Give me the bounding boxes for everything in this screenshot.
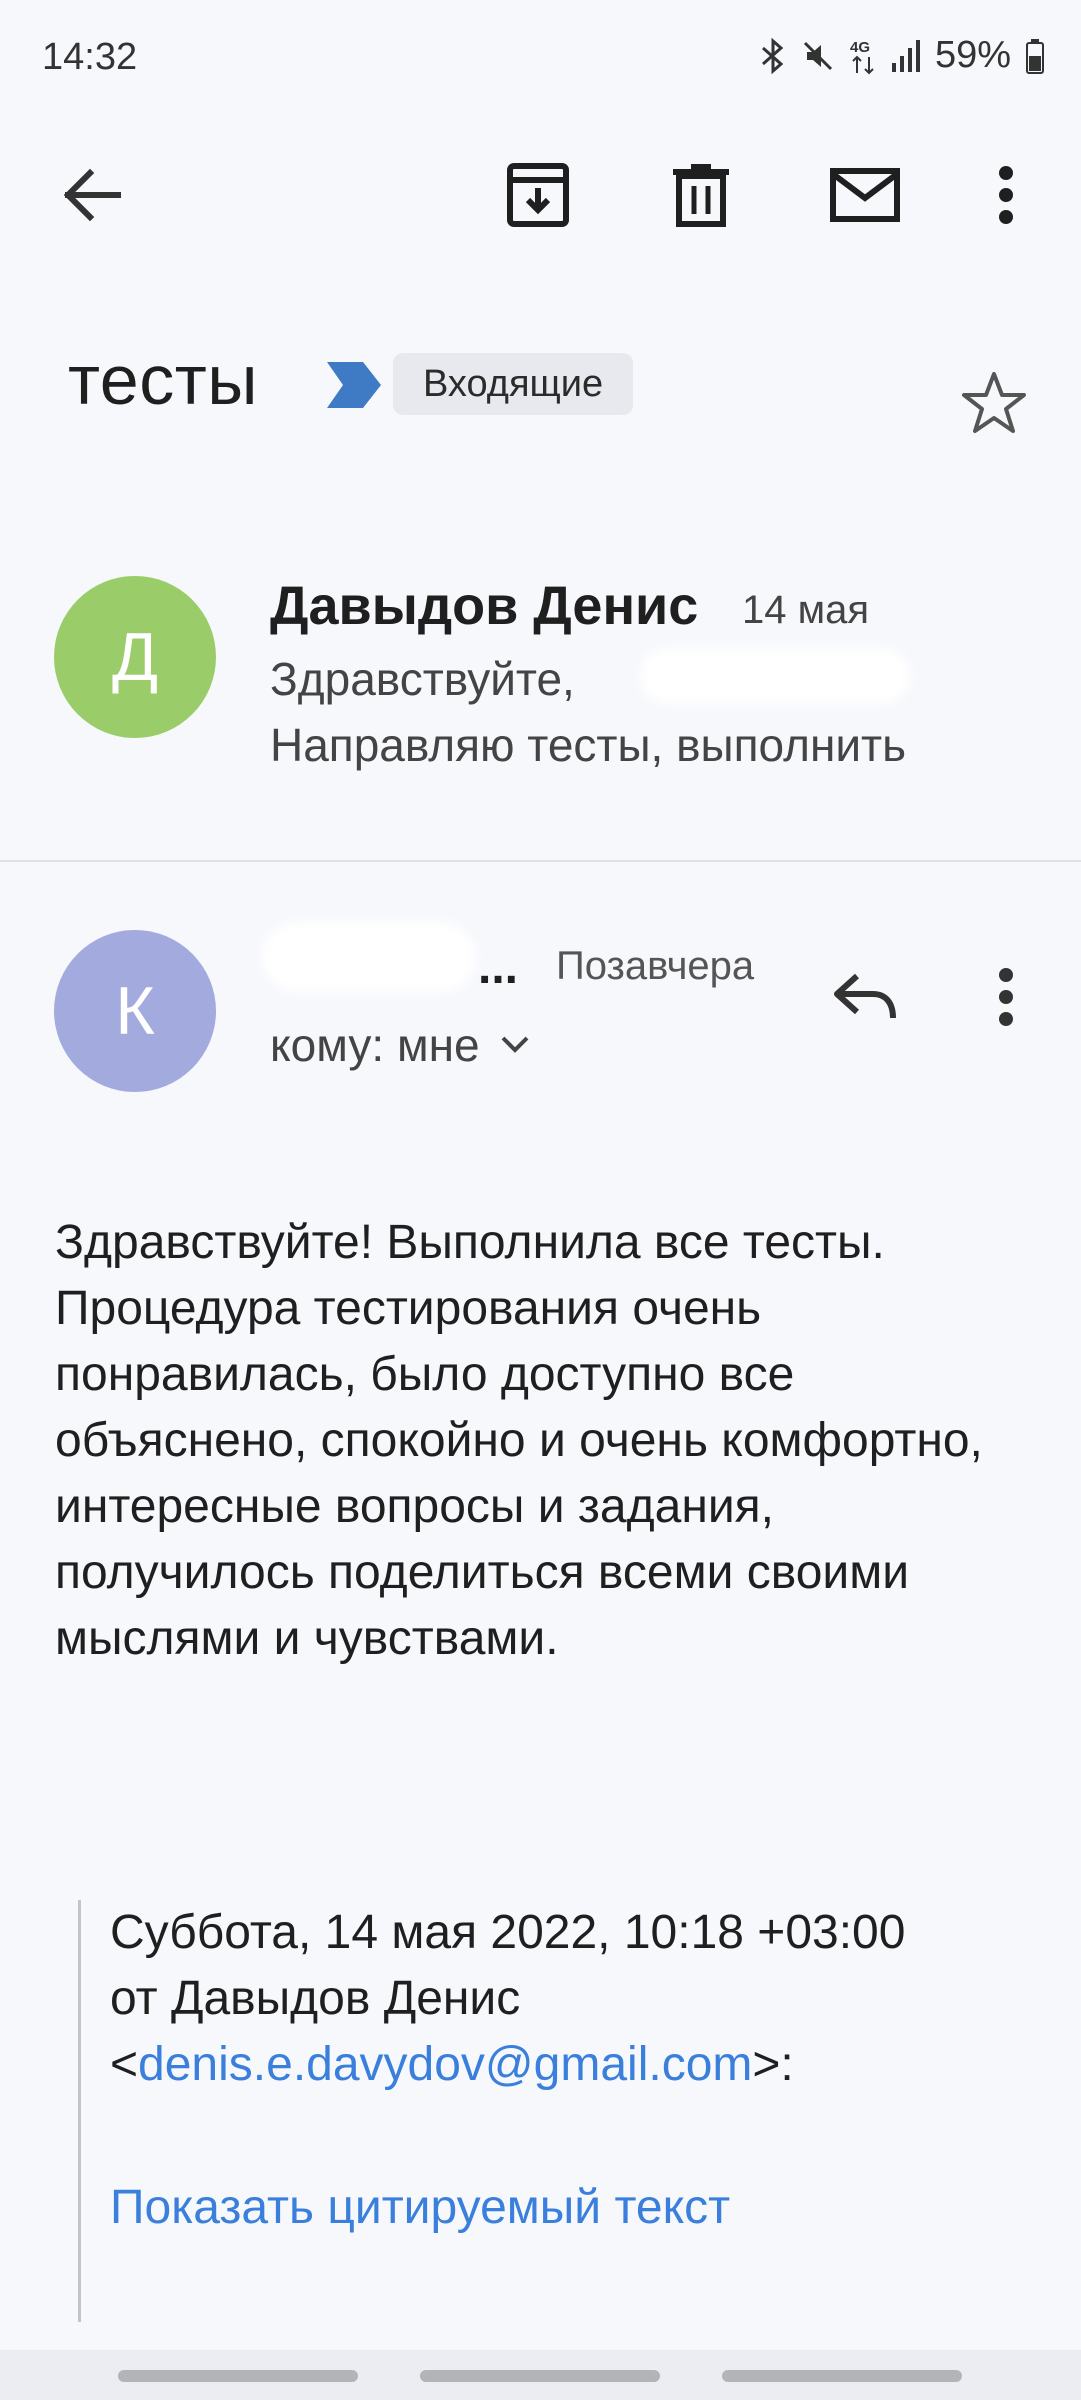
email-bracket-close: >: bbox=[752, 2038, 794, 2091]
status-time: 14:32 bbox=[42, 36, 138, 78]
sender-name-ellipsis: ... bbox=[478, 941, 519, 994]
avatar-sender1[interactable]: Д bbox=[54, 576, 216, 738]
nav-pill-right[interactable] bbox=[722, 2370, 962, 2382]
mark-unread-button[interactable] bbox=[820, 150, 910, 240]
signal-icon bbox=[891, 39, 921, 73]
sender-name: Давыдов Денис bbox=[270, 576, 699, 636]
quote-email-line: <denis.e.davydov@gmail.com>: bbox=[110, 2032, 1060, 2098]
network-4g-icon: 4G bbox=[849, 37, 877, 75]
bluetooth-icon bbox=[759, 37, 787, 74]
svg-text:4G: 4G bbox=[850, 39, 870, 56]
message-date: 14 мая bbox=[742, 588, 870, 632]
quote-date-line: Суббота, 14 мая 2022, 10:18 +03:00 bbox=[110, 1906, 906, 1959]
reply-icon bbox=[834, 973, 896, 1019]
message-more-button[interactable] bbox=[961, 952, 1051, 1042]
battery-percent: 59% bbox=[934, 34, 1011, 76]
redacted-name bbox=[640, 648, 910, 704]
back-button[interactable] bbox=[47, 150, 137, 240]
more-options-button[interactable] bbox=[961, 150, 1051, 240]
avatar-letter: К bbox=[115, 973, 155, 1049]
avatar-letter: Д bbox=[111, 619, 159, 695]
to-value: мне bbox=[396, 1019, 480, 1071]
message-body: Здравствуйте! Выполнила все тесты. Проце… bbox=[55, 1216, 983, 1665]
snippet-line1: Здравствуйте, bbox=[270, 653, 575, 705]
delete-button[interactable] bbox=[656, 150, 746, 240]
label-importance-icon bbox=[325, 360, 383, 415]
more-vert-icon bbox=[999, 166, 1013, 224]
message-date: Позавчера bbox=[556, 944, 755, 988]
mute-icon bbox=[801, 39, 835, 73]
avatar-sender2[interactable]: К bbox=[54, 930, 216, 1092]
nav-pill-center[interactable] bbox=[420, 2370, 660, 2382]
email-bracket-open: < bbox=[110, 2038, 139, 2091]
divider bbox=[0, 860, 1081, 862]
to-prefix: кому: bbox=[270, 1019, 385, 1071]
archive-icon bbox=[507, 163, 569, 227]
sender-email-link[interactable]: denis.e.davydov@gmail.com bbox=[138, 2038, 752, 2091]
inbox-label-chip[interactable]: Входящие bbox=[393, 353, 634, 415]
snippet-line2: Направляю тесты, выполнить bbox=[270, 719, 907, 771]
redacted-sender-name bbox=[262, 922, 476, 992]
show-quoted-text-link[interactable]: Показать цитируемый текст bbox=[110, 2180, 730, 2235]
recipients-toggle[interactable]: кому: мне bbox=[270, 1018, 530, 1072]
mark-unread-icon bbox=[830, 168, 900, 222]
battery-icon bbox=[1025, 38, 1045, 74]
trash-icon bbox=[673, 164, 729, 227]
star-button[interactable] bbox=[960, 370, 1028, 441]
star-icon bbox=[962, 372, 1026, 433]
nav-pill-left[interactable] bbox=[118, 2370, 358, 2382]
quote-from-line: от Давыдов Денис bbox=[110, 1972, 521, 2025]
reply-button[interactable] bbox=[820, 952, 910, 1042]
quoted-header: Суббота, 14 мая 2022, 10:18 +03:00 от Да… bbox=[110, 1900, 1060, 2098]
back-arrow-icon bbox=[63, 168, 121, 222]
archive-button[interactable] bbox=[493, 150, 583, 240]
status-icons: 4G 59% bbox=[759, 34, 1045, 77]
chevron-down-icon bbox=[501, 1036, 528, 1053]
email-subject: тесты bbox=[68, 341, 259, 419]
more-vert-icon bbox=[999, 968, 1013, 1026]
quote-bar bbox=[78, 1900, 81, 2322]
